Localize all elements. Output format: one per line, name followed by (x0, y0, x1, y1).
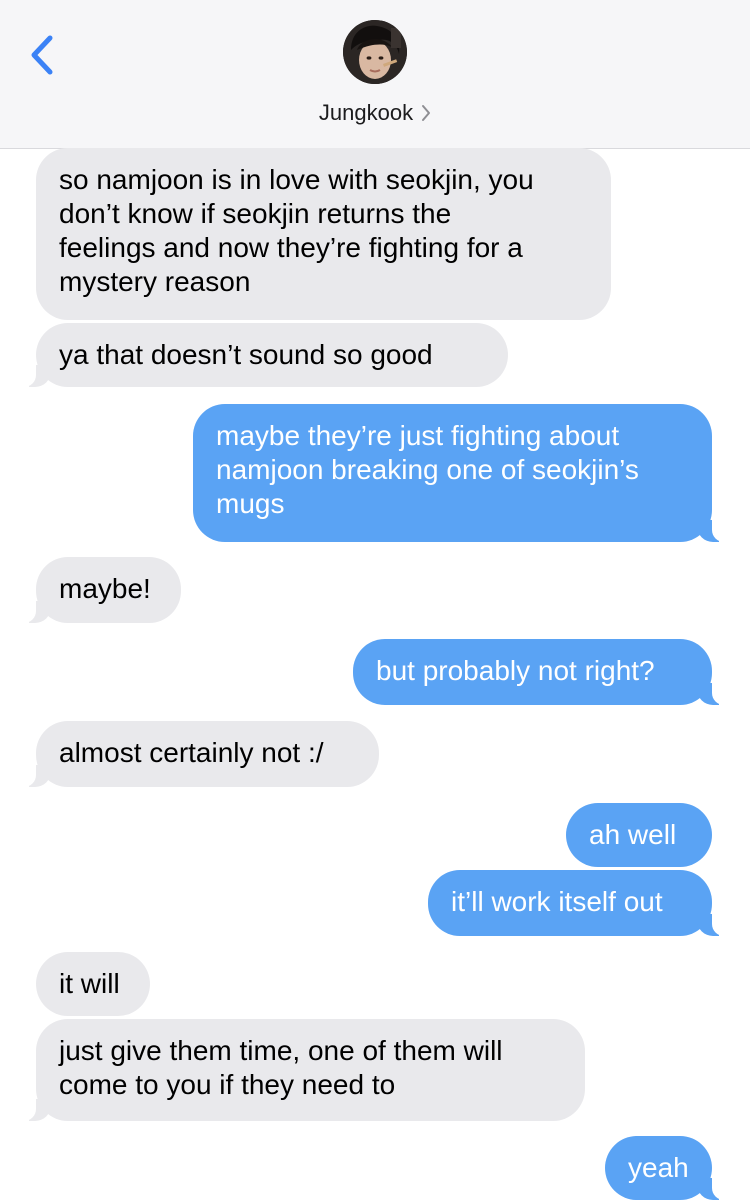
incoming-message[interactable]: just give them time, one of them will co… (14, 1019, 585, 1121)
outgoing-message[interactable]: but probably not right? (353, 639, 734, 705)
contact-avatar[interactable] (343, 20, 407, 84)
back-button[interactable] (24, 30, 64, 80)
chevron-left-icon (31, 35, 53, 75)
avatar-photo (343, 20, 407, 84)
outgoing-message[interactable]: ah well (566, 803, 712, 867)
incoming-message[interactable]: almost certainly not :/ (14, 721, 379, 787)
contact-name: Jungkook (318, 100, 414, 125)
outgoing-message[interactable]: yeah (605, 1136, 734, 1200)
outgoing-message[interactable]: maybe they’re just fighting about namjoo… (193, 404, 734, 542)
incoming-message[interactable]: maybe! (14, 557, 181, 623)
outgoing-message[interactable]: it’ll work itself out (428, 870, 734, 936)
contact-name-button[interactable]: Jungkook (0, 100, 750, 128)
incoming-message[interactable]: it will (36, 952, 150, 1016)
conversation-header: Jungkook (0, 0, 750, 149)
incoming-message[interactable]: so namjoon is in love with seokjin, you … (36, 148, 611, 320)
incoming-message[interactable]: ya that doesn’t sound so good (14, 323, 508, 387)
chevron-right-icon (421, 102, 431, 128)
